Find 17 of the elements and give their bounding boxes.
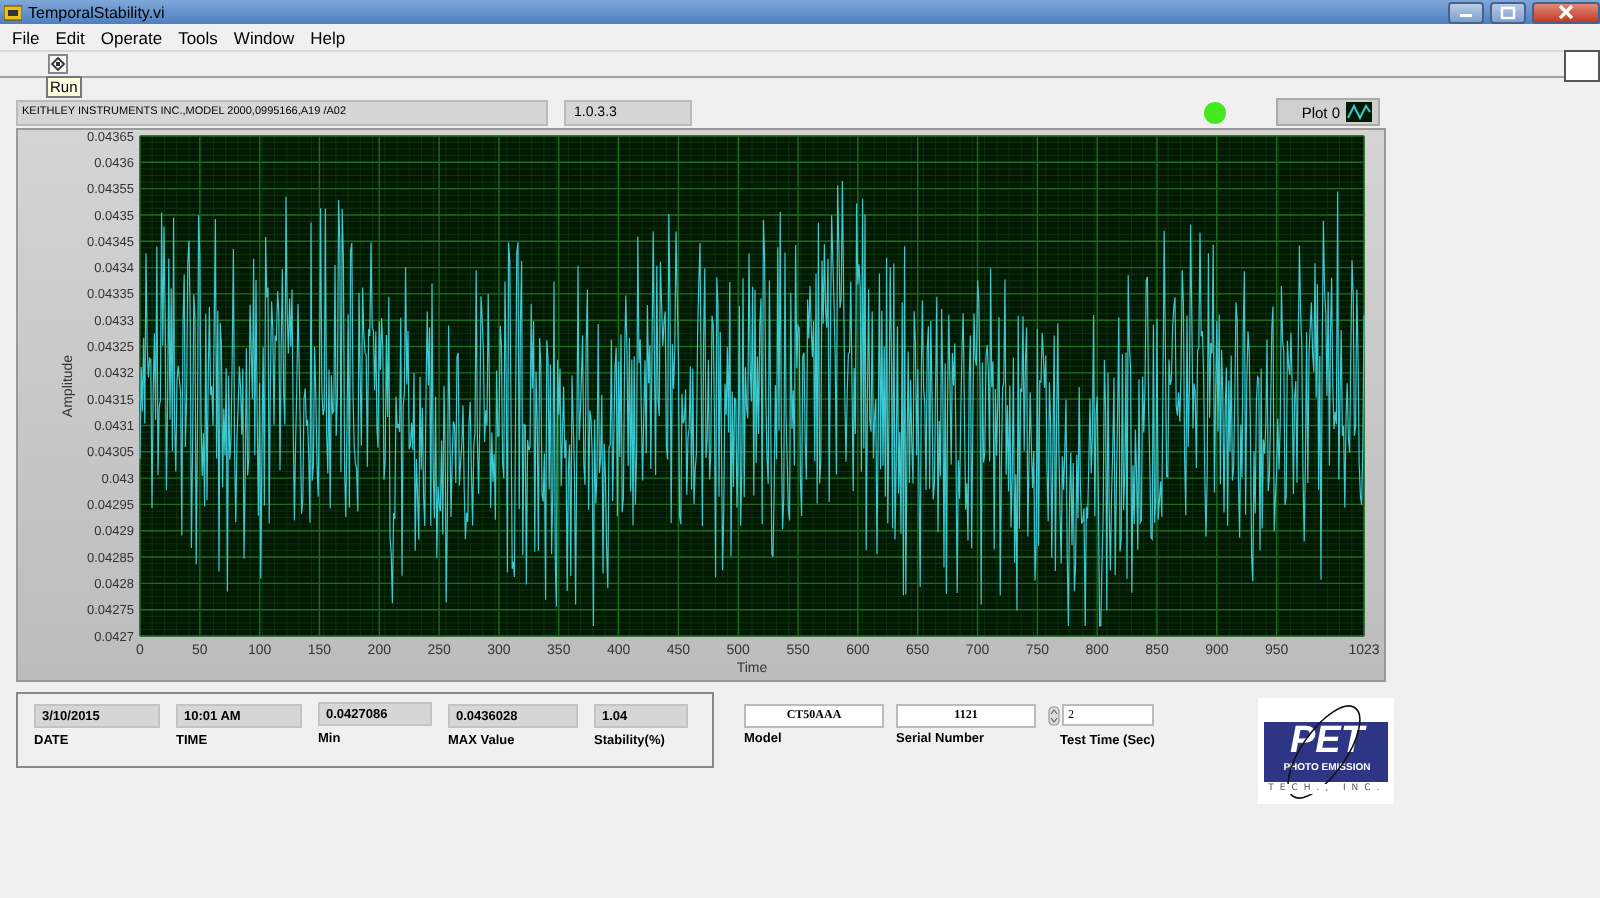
menu-item[interactable]: Operate [92,27,171,47]
menu-item[interactable]: Tools [170,27,226,47]
app-icon [4,3,22,21]
close-icon [1558,4,1574,20]
line-icon [1346,102,1372,122]
maximize-button[interactable] [1490,1,1526,23]
run-button[interactable] [48,54,68,74]
minimize-button[interactable] [1448,1,1484,23]
menu-item[interactable]: File [4,27,48,47]
spinner-icon[interactable] [1048,705,1060,725]
menu-item[interactable]: Help [302,27,354,47]
menu-item[interactable]: Window [225,27,303,47]
close-button[interactable] [1532,1,1600,23]
vi-icon [1564,50,1600,82]
menu-item[interactable]: Edit [47,27,93,47]
maximize-icon [1500,5,1516,19]
window-title: TemporalStability.vi [28,3,165,21]
